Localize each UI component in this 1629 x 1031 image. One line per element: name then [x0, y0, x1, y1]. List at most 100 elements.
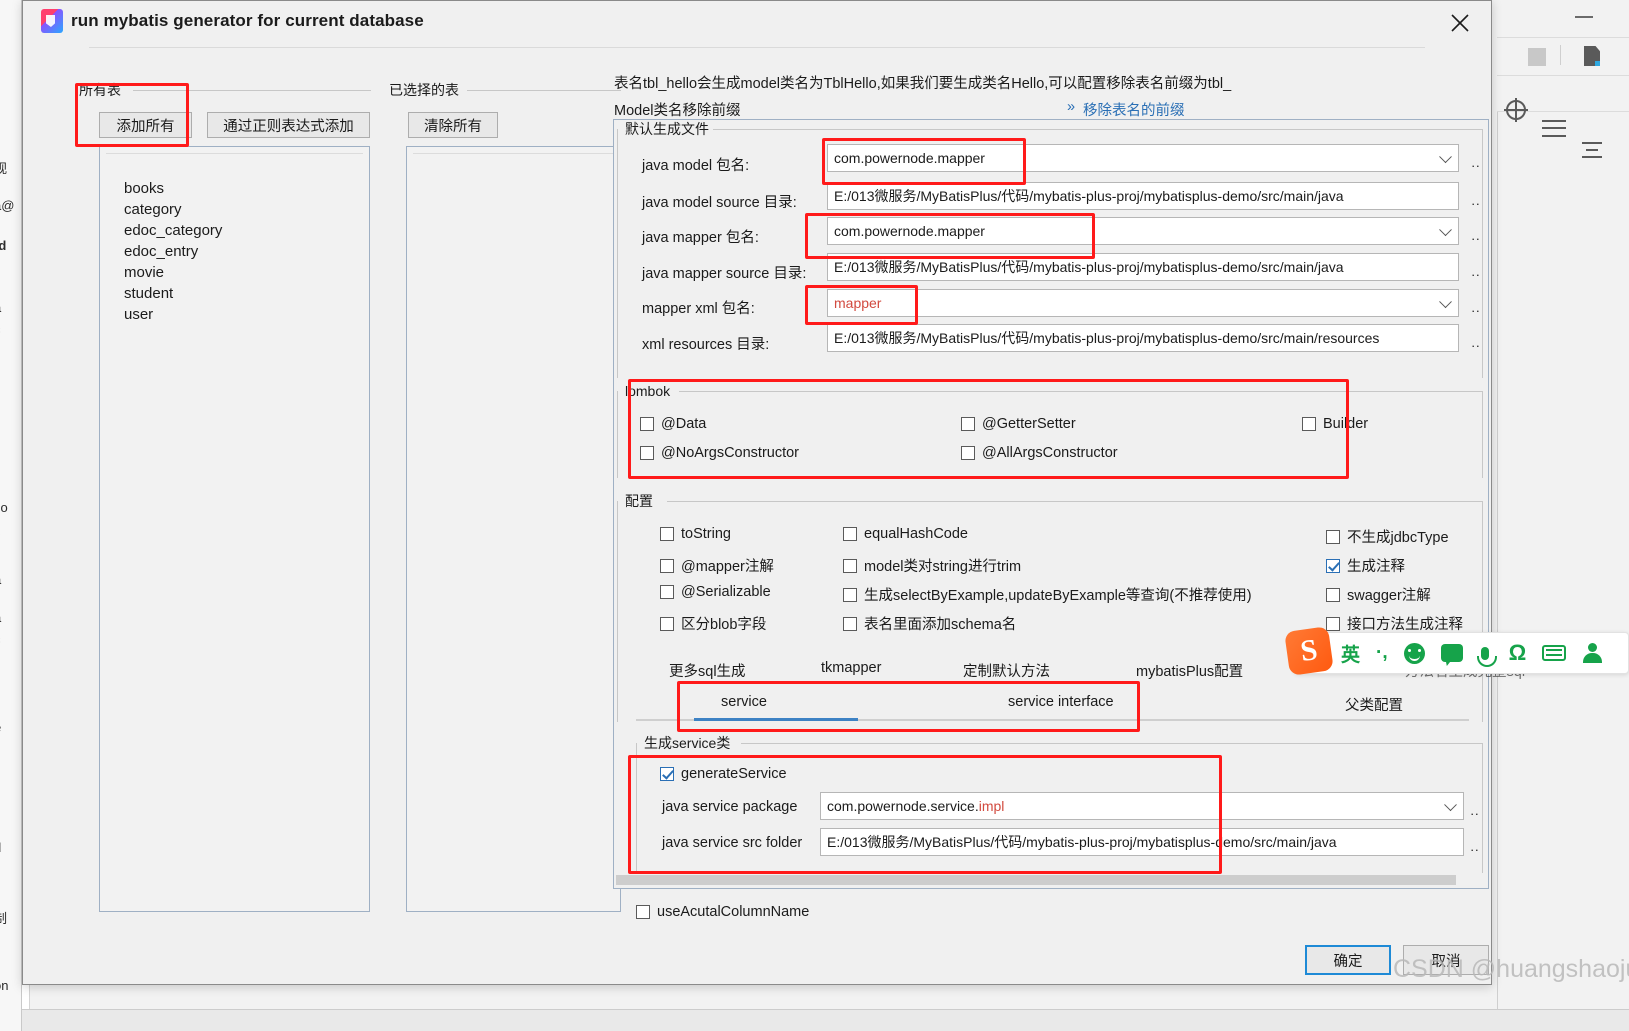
checkbox-no-jdbctype[interactable]: 不生成jdbcType — [1326, 526, 1449, 547]
ok-button[interactable]: 确定 — [1305, 945, 1391, 975]
clear-all-button[interactable]: 清除所有 — [408, 112, 498, 138]
list-item[interactable]: category — [124, 201, 182, 218]
selected-tables-list[interactable] — [406, 146, 621, 912]
java-service-src-folder-input[interactable]: E:/013微服务/MyBatisPlus/代码/mybatis-plus-pr… — [820, 828, 1464, 856]
java-model-source-dir-value: E:/013微服务/MyBatisPlus/代码/mybatis-plus-pr… — [834, 188, 1344, 204]
java-model-source-dir-input[interactable]: E:/013微服务/MyBatisPlus/代码/mybatis-plus-pr… — [827, 182, 1459, 210]
mic-icon[interactable] — [1476, 646, 1497, 667]
java-mapper-package-value: com.powernode.mapper — [834, 223, 985, 239]
checkbox-tostring[interactable]: toString — [660, 526, 731, 542]
tab-service-interface[interactable]: service interface — [1008, 694, 1114, 710]
settings-hscrollbar[interactable] — [614, 873, 1488, 887]
remove-table-prefix-link[interactable]: 移除表名的前缀 — [1083, 99, 1185, 120]
checkbox-label: generateService — [681, 766, 787, 782]
checkbox-noargsconstructor[interactable]: @NoArgsConstructor — [640, 445, 799, 461]
persona-icon[interactable] — [1582, 643, 1603, 663]
checkbox-data[interactable]: @Data — [640, 416, 706, 432]
checkbox-label: @GetterSetter — [982, 416, 1076, 432]
list-item[interactable]: movie — [124, 264, 164, 281]
java-service-package-browse[interactable]: .. — [1465, 792, 1485, 820]
checkbox-mapper-annotation[interactable]: @mapper注解 — [660, 555, 774, 576]
list-item[interactable]: user — [124, 306, 153, 323]
chevron-down-icon[interactable] — [1439, 150, 1452, 164]
smiley-icon[interactable] — [1403, 642, 1425, 664]
checkbox-equalhashcode[interactable]: equalHashCode — [843, 526, 968, 542]
add-all-button[interactable]: 添加所有 — [99, 112, 192, 138]
intellij-idea-icon — [41, 9, 63, 33]
mybatis-generator-dialog: run mybatis generator for current databa… — [22, 0, 1525, 985]
checkbox-label: 接口方法生成注释 — [1347, 617, 1463, 633]
checkbox-label: model类对string进行trim — [864, 559, 1022, 575]
checkbox-box — [961, 446, 975, 460]
sogou-logo-icon[interactable]: S — [1284, 626, 1334, 676]
java-service-src-folder-value: E:/013微服务/MyBatisPlus/代码/mybatis-plus-pr… — [827, 834, 1337, 850]
checkbox-selectbyexample[interactable]: 生成selectByExample,updateByExample等查询(不推荐… — [843, 584, 1252, 605]
chevron-down-icon[interactable] — [1439, 223, 1452, 237]
checkbox-generate-comments[interactable]: 生成注释 — [1326, 555, 1405, 576]
checkbox-schema-in-tablename[interactable]: 表名里面添加schema名 — [843, 613, 1016, 634]
checkbox-gettersetter[interactable]: @GetterSetter — [961, 416, 1076, 432]
mapper-xml-package-input[interactable]: mapper — [827, 289, 1459, 317]
checkbox-builder[interactable]: Builder — [1302, 416, 1368, 432]
all-tables-list[interactable]: books category edoc_category edoc_entry … — [99, 146, 370, 912]
java-mapper-source-dir-browse[interactable]: .. — [1466, 253, 1486, 281]
chevron-down-icon[interactable] — [1439, 295, 1452, 309]
list-item[interactable]: edoc_entry — [124, 243, 198, 260]
tab-parent-class-config[interactable]: 父类配置 — [1345, 694, 1403, 715]
ime-language-mode[interactable]: 英 — [1341, 640, 1360, 667]
stop-square-icon[interactable] — [1528, 48, 1546, 66]
xml-resources-dir-browse[interactable]: .. — [1466, 324, 1486, 352]
list-item[interactable]: books — [124, 180, 164, 197]
java-service-src-folder-browse[interactable]: .. — [1465, 828, 1485, 856]
tab-service[interactable]: service — [721, 694, 767, 710]
title-divider — [89, 47, 1425, 48]
java-model-source-dir-browse[interactable]: .. — [1466, 182, 1486, 210]
chevron-down-icon[interactable] — [1444, 798, 1457, 812]
java-model-package-browse[interactable]: .. — [1466, 144, 1486, 172]
xml-resources-dir-value: E:/013微服务/MyBatisPlus/代码/mybatis-plus-pr… — [834, 330, 1380, 346]
checkbox-use-actual-column-name[interactable]: useAcutalColumnName — [636, 904, 809, 920]
omega-icon[interactable]: Ω — [1509, 640, 1527, 666]
custom-default-methods-link[interactable]: 定制默认方法 — [963, 660, 1050, 681]
checkbox-swagger-annotation[interactable]: swagger注解 — [1326, 584, 1431, 605]
ime-punctuation-icon[interactable]: ·, — [1376, 642, 1388, 664]
checkbox-label: 表名里面添加schema名 — [864, 617, 1017, 633]
checkbox-label: swagger注解 — [1347, 588, 1431, 604]
ime-toolbar[interactable]: S 英 ·, Ω — [1284, 626, 1629, 676]
generate-service-group-label: 生成service类 — [640, 734, 735, 752]
keyboard-icon[interactable] — [1542, 645, 1567, 661]
java-mapper-package-input[interactable]: com.powernode.mapper — [827, 217, 1459, 245]
more-sql-generation-link[interactable]: 更多sql生成 — [669, 660, 746, 681]
hint-line-1: 表名tbl_hello会生成model类名为TblHello,如果我们要生成类名… — [614, 76, 1232, 92]
checkbox-box — [660, 616, 674, 631]
checkbox-allargsconstructor[interactable]: @AllArgsConstructor — [961, 445, 1118, 461]
collapse-all-icon[interactable] — [1542, 120, 1566, 140]
java-mapper-source-dir-label: java mapper source 目录: — [642, 266, 807, 282]
file-icon[interactable] — [1584, 46, 1600, 66]
expand-all-icon[interactable] — [1582, 140, 1602, 160]
checkbox-blob-field[interactable]: 区分blob字段 — [660, 613, 766, 634]
target-icon[interactable] — [1504, 98, 1528, 122]
java-model-package-input[interactable]: com.powernode.mapper — [827, 144, 1459, 172]
checkbox-label: @Serializable — [681, 584, 771, 600]
java-service-package-suffix: impl — [978, 798, 1005, 814]
checkbox-generate-service[interactable]: generateService — [660, 766, 787, 782]
java-mapper-source-dir-input[interactable]: E:/013微服务/MyBatisPlus/代码/mybatis-plus-pr… — [827, 253, 1459, 281]
java-service-package-input[interactable]: com.powernode.service. impl — [820, 792, 1464, 820]
list-item[interactable]: edoc_category — [124, 222, 222, 239]
mapper-xml-package-browse[interactable]: .. — [1466, 289, 1486, 317]
xml-resources-dir-input[interactable]: E:/013微服务/MyBatisPlus/代码/mybatis-plus-pr… — [827, 324, 1459, 352]
checkbox-model-string-trim[interactable]: model类对string进行trim — [843, 555, 1021, 576]
checkbox-serializable[interactable]: @Serializable — [660, 584, 771, 600]
close-icon[interactable] — [1439, 5, 1481, 39]
add-by-regex-button[interactable]: 通过正则表达式添加 — [207, 112, 370, 138]
java-service-src-folder-label: java service src folder — [662, 835, 803, 851]
chat-icon[interactable] — [1440, 644, 1463, 662]
tkmapper-link[interactable]: tkmapper — [821, 660, 881, 676]
checkbox-interface-method-comments[interactable]: 接口方法生成注释 — [1326, 613, 1463, 634]
java-mapper-package-browse[interactable]: .. — [1466, 217, 1486, 245]
list-item[interactable]: student — [124, 285, 173, 302]
mybatisplus-config-link[interactable]: mybatisPlus配置 — [1136, 660, 1243, 681]
xml-resources-dir-label: xml resources 目录: — [642, 337, 770, 353]
window-minimize-icon[interactable] — [1575, 16, 1593, 18]
